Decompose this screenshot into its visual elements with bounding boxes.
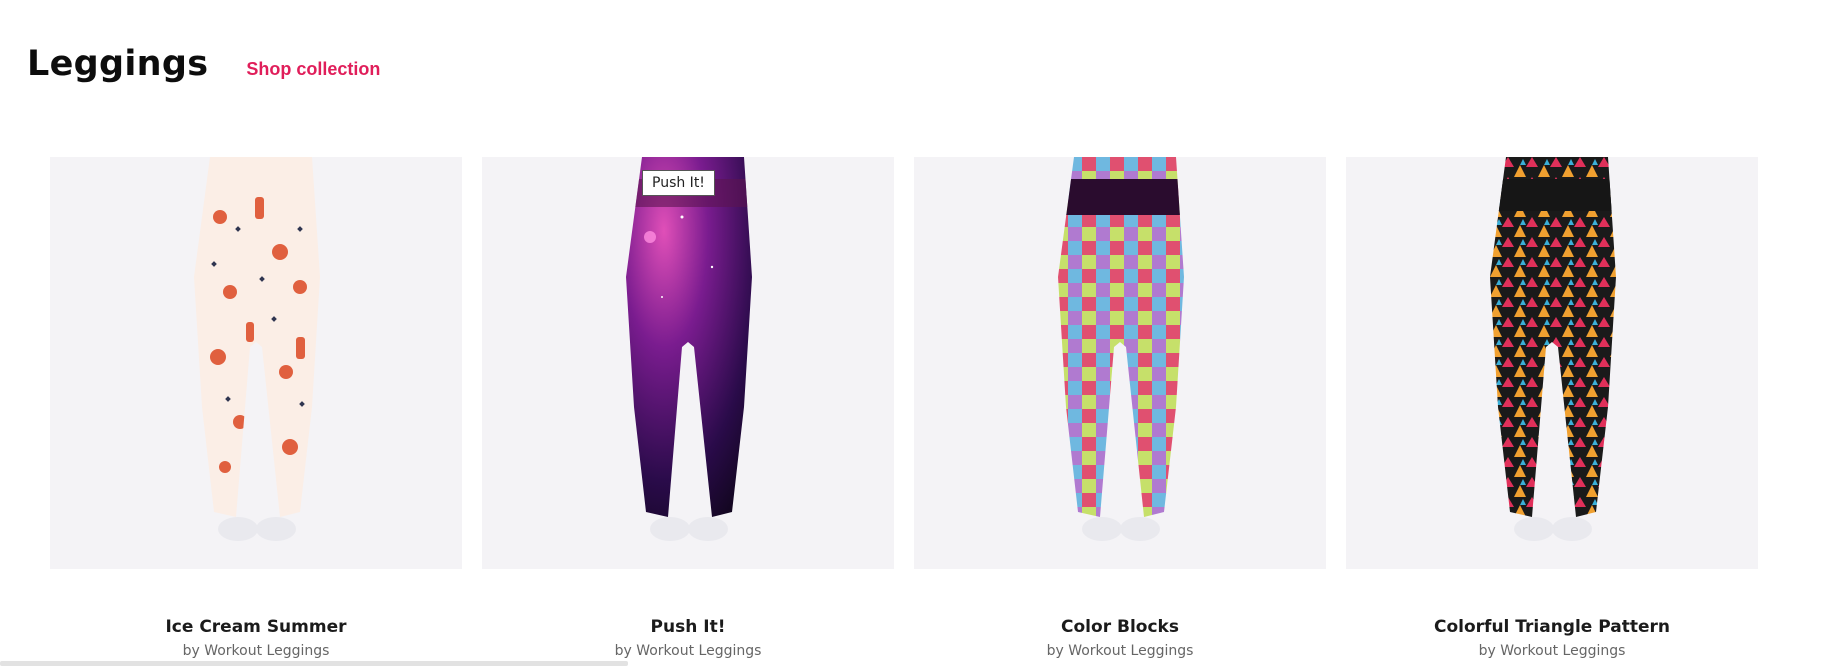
- product-image[interactable]: [50, 157, 462, 569]
- product-image[interactable]: [1346, 157, 1758, 569]
- leggings-image: [626, 157, 752, 541]
- leggings-image: [1058, 157, 1184, 541]
- product-seller: by Workout Leggings: [1046, 643, 1194, 659]
- product-seller: by Workout Leggings: [1478, 643, 1626, 659]
- leggings-image: [1490, 157, 1616, 541]
- product-grid: Ice Cream Summer by Workout Leggings Pus…: [50, 157, 1758, 659]
- section-title: Leggings: [27, 44, 209, 84]
- product-card[interactable]: Colorful Triangle Pattern by Workout Leg…: [1346, 157, 1758, 659]
- product-image[interactable]: [914, 157, 1326, 569]
- product-image[interactable]: Push It!: [482, 157, 894, 569]
- product-seller: by Workout Leggings: [614, 643, 762, 659]
- section-header: Leggings Shop collection: [27, 44, 380, 84]
- product-card[interactable]: Ice Cream Summer by Workout Leggings: [50, 157, 462, 659]
- product-card[interactable]: Push It! Push It! by Workout Leggings: [482, 157, 894, 659]
- product-name[interactable]: Color Blocks: [914, 617, 1326, 637]
- leggings-image: [194, 157, 320, 541]
- product-name[interactable]: Colorful Triangle Pattern: [1346, 617, 1758, 637]
- product-seller: by Workout Leggings: [182, 643, 330, 659]
- product-name[interactable]: Ice Cream Summer: [50, 617, 462, 637]
- horizontal-scrollbar[interactable]: [0, 661, 628, 666]
- shop-collection-link[interactable]: Shop collection: [246, 59, 380, 80]
- product-name[interactable]: Push It!: [482, 617, 894, 637]
- product-card[interactable]: Color Blocks by Workout Leggings: [914, 157, 1326, 659]
- product-tooltip: Push It!: [642, 170, 715, 196]
